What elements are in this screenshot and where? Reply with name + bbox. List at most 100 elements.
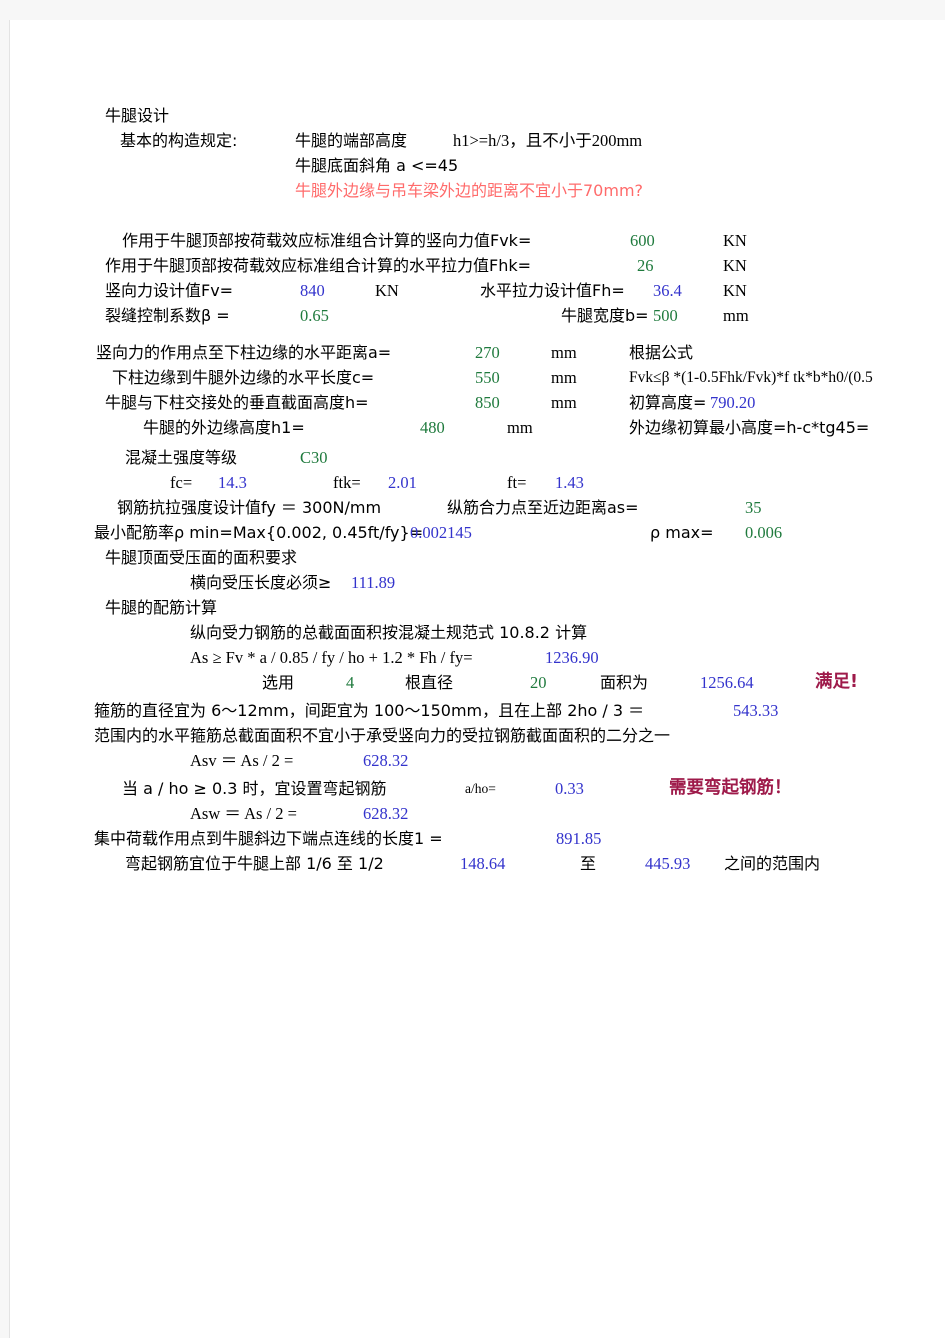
h-unit: mm xyxy=(551,393,577,412)
row-rule-1: 基本的构造规定: 牛腿的端部高度 h1>=h/3，且不小于200mm xyxy=(10,128,945,153)
bearing-length-value: 111.89 xyxy=(351,573,396,592)
as-value[interactable]: 35 xyxy=(745,495,762,520)
h-value[interactable]: 850 xyxy=(475,390,500,415)
ftk-label: ftk= xyxy=(333,473,361,492)
ratio-value: 0.33 xyxy=(555,779,584,798)
c-unit: mm xyxy=(551,368,577,387)
h1-label: 牛腿的外边缘高度h1= xyxy=(143,418,305,437)
rule-3-warning: 牛腿外边缘与吊车梁外边的距离不宜小于70mm? xyxy=(295,181,644,200)
fvk-unit: KN xyxy=(723,231,747,250)
ftk-value: 2.01 xyxy=(388,473,417,492)
bar-label: 根直径 xyxy=(405,673,454,692)
b-label: 牛腿宽度b= xyxy=(561,306,649,325)
grade-label: 混凝土强度等级 xyxy=(125,448,238,467)
c-value[interactable]: 550 xyxy=(475,365,500,390)
fvk-label: 作用于牛腿顶部按荷载效应标准组合计算的竖向力值Fvk= xyxy=(122,231,532,250)
area-label: 面积为 xyxy=(600,673,649,692)
bearing-length-label: 横向受压长度必须≥ xyxy=(190,573,332,592)
row-c: 下柱边缘到牛腿外边缘的水平长度c= 550 mm Fvk≤β *(1-0.5Fh… xyxy=(10,365,945,390)
row-fy-as: 钢筋抗拉强度设计值fy ＝ 300N/mm 纵筋合力点至近边距离as= 35 xyxy=(10,495,945,520)
spreadsheet-page: 牛腿设计 基本的构造规定: 牛腿的端部高度 h1>=h/3，且不小于200mm … xyxy=(9,20,945,1338)
row-bar-selection: 选用 4 根直径 20 面积为 1256.64 满足! xyxy=(10,670,945,695)
bearing-heading: 牛腿顶面受压面的面积要求 xyxy=(105,548,298,567)
a-value[interactable]: 270 xyxy=(475,340,500,365)
asw-value: 628.32 xyxy=(363,804,409,823)
rho-max-value[interactable]: 0.006 xyxy=(745,520,782,545)
bent-length-value: 891.85 xyxy=(556,829,602,848)
code-note: 纵向受力钢筋的总截面面积按混凝土规范式 10.8.2 计算 xyxy=(190,623,588,642)
h1-unit: mm xyxy=(507,418,533,437)
bar-count-value[interactable]: 4 xyxy=(346,670,354,695)
as-formula-label: As ≥ Fv * a / 0.85 / fy / ho + 1.2 * Fh … xyxy=(190,648,473,667)
row-grade: 混凝土强度等级 C30 xyxy=(10,445,945,470)
row-a: 竖向力的作用点至下柱边缘的水平距离a= 270 mm 根据公式 xyxy=(10,340,945,365)
fy-label: 钢筋抗拉强度设计值fy ＝ 300N/mm xyxy=(117,498,382,517)
fhk-value[interactable]: 26 xyxy=(637,253,654,278)
rule-2-label: 牛腿底面斜角 a <=45 xyxy=(295,156,459,175)
fh-label: 水平拉力设计值Fh= xyxy=(480,281,625,300)
b-unit: mm xyxy=(723,306,749,325)
fc-value: 14.3 xyxy=(218,473,247,492)
status-badge-bent-required: 需要弯起钢筋！ xyxy=(669,778,792,798)
asv-label: Asv ＝ As / 2 = xyxy=(190,751,294,770)
row-strengths: fc= 14.3 ftk= 2.01 ft= 1.43 xyxy=(10,470,945,495)
fh-unit: KN xyxy=(723,281,747,300)
row-bearing-heading: 牛腿顶面受压面的面积要求 xyxy=(10,545,945,570)
calc-height-value: 790.20 xyxy=(710,393,756,412)
section-heading: 基本的构造规定: xyxy=(120,131,238,150)
h1-value[interactable]: 480 xyxy=(420,415,445,440)
page-title: 牛腿设计 xyxy=(105,106,170,125)
row-as-formula: As ≥ Fv * a / 0.85 / fy / ho + 1.2 * Fh … xyxy=(10,645,945,670)
h-label: 牛腿与下柱交接处的垂直截面高度h= xyxy=(105,393,369,412)
row-h1: 牛腿的外边缘高度h1= 480 mm 外边缘初算最小高度=h-c*tg45= xyxy=(10,415,945,440)
rule-1-label: 牛腿的端部高度 xyxy=(295,131,408,150)
c-label: 下柱边缘到牛腿外边缘的水平长度c= xyxy=(112,368,375,387)
ft-value: 1.43 xyxy=(555,473,584,492)
a-label: 竖向力的作用点至下柱边缘的水平距离a= xyxy=(96,343,392,362)
row-fhk: 作用于牛腿顶部按荷载效应标准组合计算的水平拉力值Fhk= 26 KN xyxy=(10,253,945,278)
bent-condition-label: 当 a / ho ≥ 0.3 时，宜设置弯起钢筋 xyxy=(122,779,387,798)
stirrup-note-line-2: 范围内的水平箍筋总截面面积不宜小于承受竖向力的受拉钢筋截面面积的二分之一 xyxy=(94,726,671,745)
rho-max-label: ρ max= xyxy=(650,523,714,542)
row-asw: Asw ＝ As / 2 = 628.32 xyxy=(10,801,945,826)
beta-value[interactable]: 0.65 xyxy=(300,303,329,328)
row-bent-length: 集中荷载作用点到牛腿斜边下端点连线的长度1 = 891.85 xyxy=(10,826,945,851)
fc-label: fc= xyxy=(170,473,193,492)
bar-diameter-value[interactable]: 20 xyxy=(530,670,547,695)
min-edge-height-label: 外边缘初算最小高度=h-c*tg45= xyxy=(629,418,870,437)
fhk-unit: KN xyxy=(723,256,747,275)
row-bent-range: 弯起钢筋宜位于牛腿上部 1/6 至 1/2 148.64 至 445.93 之间… xyxy=(10,851,945,876)
bent-range-to: 445.93 xyxy=(645,854,691,873)
row-fvk: 作用于牛腿顶部按荷载效应标准组合计算的竖向力值Fvk= 600 KN xyxy=(10,228,945,253)
row-code-note: 纵向受力钢筋的总截面面积按混凝土规范式 10.8.2 计算 xyxy=(10,620,945,645)
row-fv-fh: 竖向力设计值Fv= 840 KN 水平拉力设计值Fh= 36.4 KN xyxy=(10,278,945,303)
row-bearing-length: 横向受压长度必须≥ 111.89 xyxy=(10,570,945,595)
worksheet-content: 牛腿设计 基本的构造规定: 牛腿的端部高度 h1>=h/3，且不小于200mm … xyxy=(10,20,945,1338)
b-value[interactable]: 500 xyxy=(653,303,678,328)
grade-value[interactable]: C30 xyxy=(300,445,328,470)
fv-unit: KN xyxy=(375,281,399,300)
fvk-value[interactable]: 600 xyxy=(630,228,655,253)
calc-height-label: 初算高度= xyxy=(629,393,707,412)
beta-label: 裂缝控制系数β = xyxy=(105,306,230,325)
design-formula: Fvk≤β *(1-0.5Fhk/Fvk)*f tk*b*h0/(0.5 xyxy=(629,369,873,386)
stirrup-2ho3-value: 543.33 xyxy=(733,701,779,720)
fv-value: 840 xyxy=(300,281,325,300)
row-rule-2: 牛腿底面斜角 a <=45 xyxy=(10,153,945,178)
bent-range-suffix: 之间的范围内 xyxy=(724,854,821,873)
bent-range-to-label: 至 xyxy=(580,854,597,873)
row-h: 牛腿与下柱交接处的垂直截面高度h= 850 mm 初算高度= 790.20 xyxy=(10,390,945,415)
select-label: 选用 xyxy=(262,673,295,692)
as-label: 纵筋合力点至近边距离as= xyxy=(447,498,639,517)
bent-range-label: 弯起钢筋宜位于牛腿上部 1/6 至 1/2 xyxy=(125,854,384,873)
row-title: 牛腿设计 xyxy=(10,103,945,128)
row-beta-b: 裂缝控制系数β = 0.65 牛腿宽度b= 500 mm xyxy=(10,303,945,328)
rho-min-value: 0.002145 xyxy=(410,523,472,542)
bent-range-from: 148.64 xyxy=(460,854,506,873)
fhk-label: 作用于牛腿顶部按荷载效应标准组合计算的水平拉力值Fhk= xyxy=(105,256,532,275)
rule-1-formula: h1>=h/3，且不小于200mm xyxy=(453,131,643,150)
row-rule-3-warning: 牛腿外边缘与吊车梁外边的距离不宜小于70mm? xyxy=(10,178,945,203)
status-badge-satisfied: 满足! xyxy=(815,672,858,692)
ratio-label: a/ho= xyxy=(465,781,496,796)
as-formula-value: 1236.90 xyxy=(545,648,599,667)
